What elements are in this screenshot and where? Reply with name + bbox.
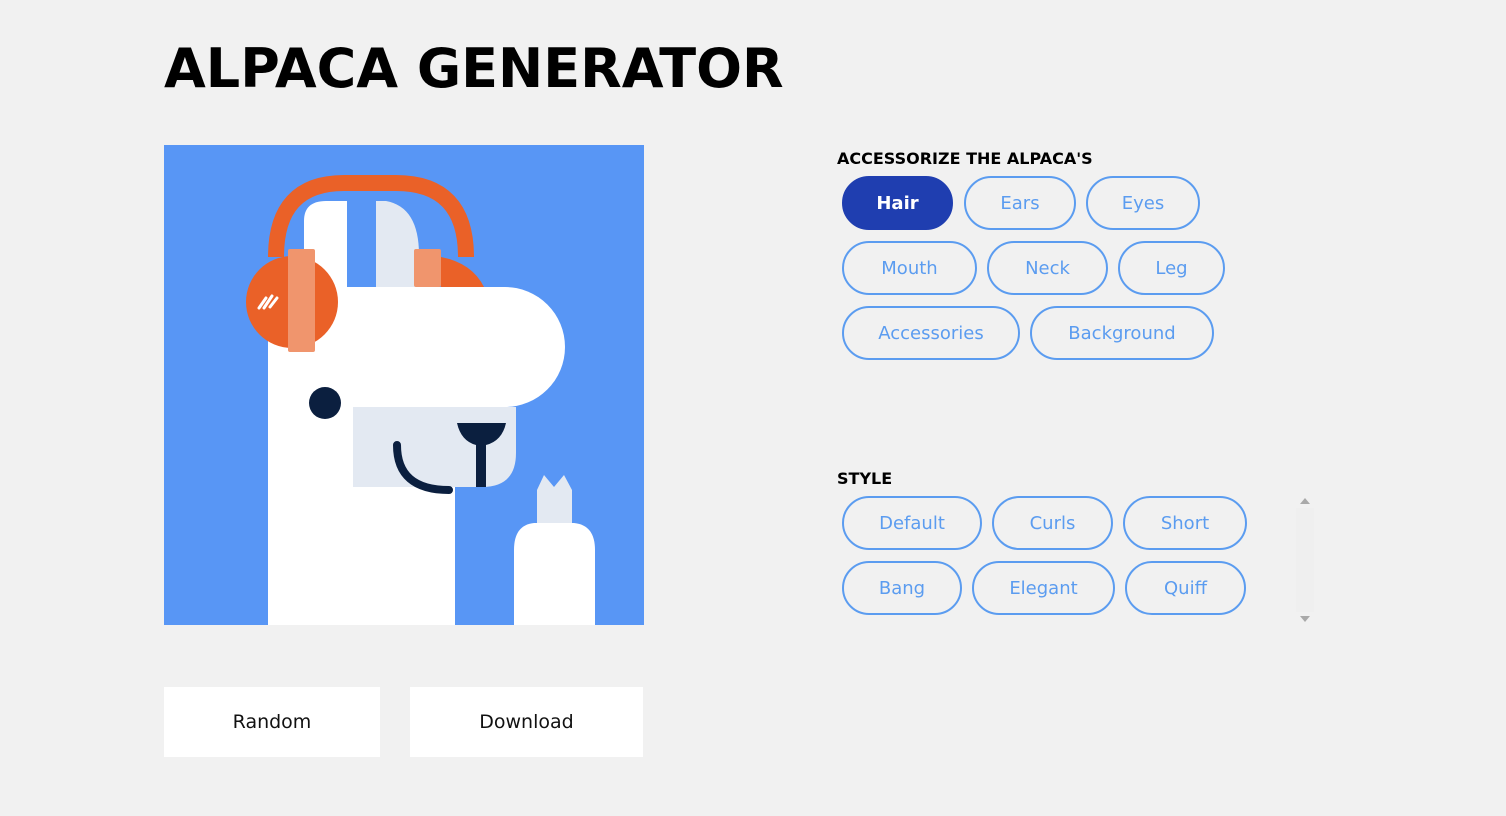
alpaca-leg [514,523,595,625]
accessory-background-button[interactable]: Background [1030,306,1214,360]
alpaca-eye [309,387,341,419]
accessorize-heading: ACCESSORIZE THE ALPACA'S [837,149,1093,168]
style-bang-button[interactable]: Bang [842,561,962,615]
accessory-neck-button[interactable]: Neck [987,241,1108,295]
style-elegant-button[interactable]: Elegant [972,561,1115,615]
headphones-right-pad [414,249,441,287]
style-curls-button[interactable]: Curls [992,496,1113,550]
headphones-left-pad [288,249,315,352]
page-title: ALPACA GENERATOR [164,37,784,100]
random-button[interactable]: Random [164,687,380,757]
accessory-leg-button[interactable]: Leg [1118,241,1225,295]
download-button[interactable]: Download [410,687,643,757]
accessory-accessories-button[interactable]: Accessories [842,306,1020,360]
style-quiff-button[interactable]: Quiff [1125,561,1246,615]
style-default-button[interactable]: Default [842,496,982,550]
alpaca-image [164,145,644,625]
alpaca-preview [164,145,644,625]
style-short-button[interactable]: Short [1123,496,1247,550]
scroll-up-arrow-icon[interactable] [1300,498,1310,504]
alpaca-muzzle [353,407,516,487]
scroll-down-arrow-icon[interactable] [1300,616,1310,622]
accessory-hair-button[interactable]: Hair [842,176,953,230]
accessory-mouth-button[interactable]: Mouth [842,241,977,295]
style-scrollbar-track[interactable] [1296,508,1314,612]
accessory-eyes-button[interactable]: Eyes [1086,176,1200,230]
accessory-ears-button[interactable]: Ears [964,176,1076,230]
page: ALPACA GENERATOR Random Download ACCESSO… [0,0,1506,816]
style-heading: STYLE [837,469,893,488]
